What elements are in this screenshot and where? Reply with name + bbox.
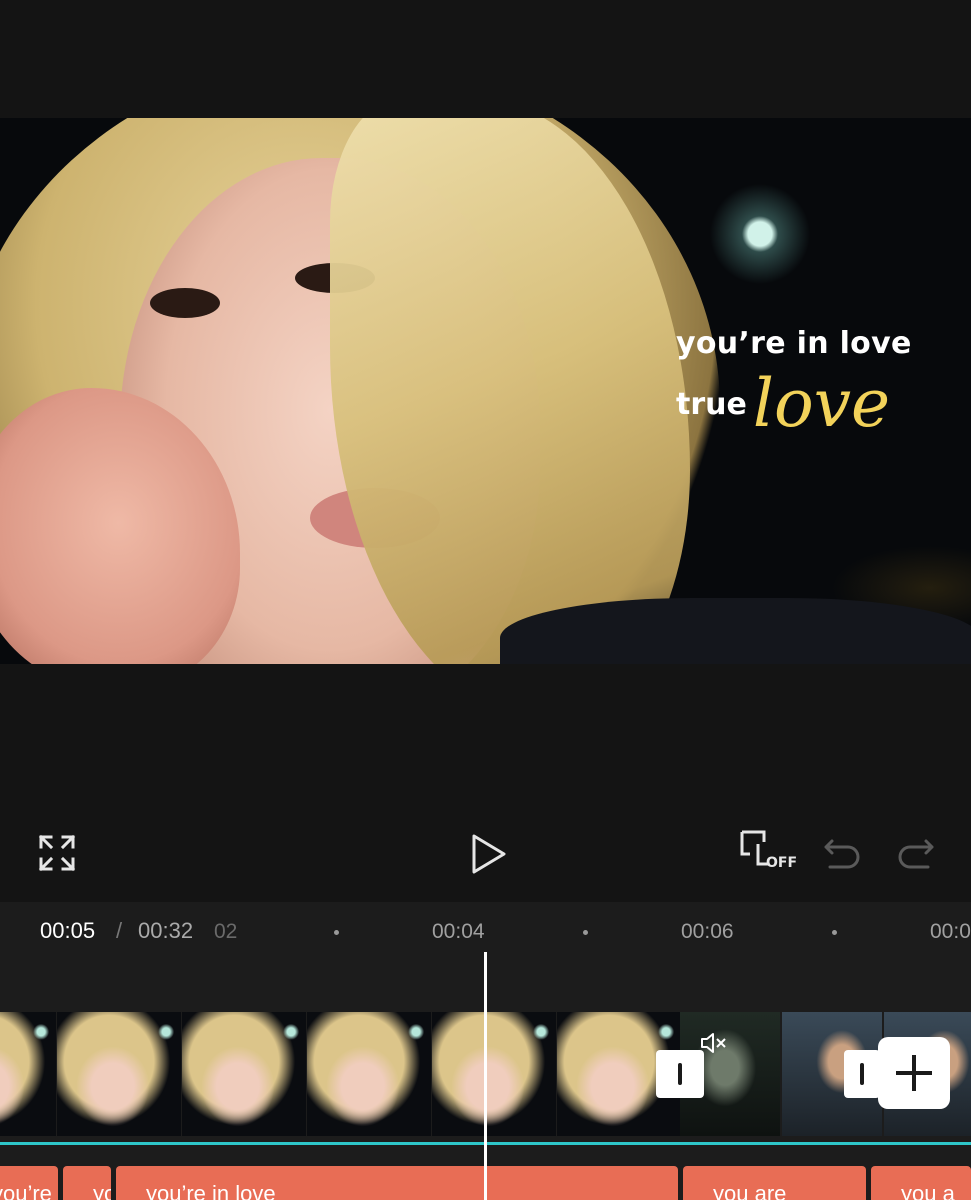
fullscreen-button[interactable] — [36, 832, 78, 874]
ruler-dot — [832, 930, 837, 935]
clip-mute-button[interactable] — [700, 1032, 728, 1059]
preview-eye-left — [150, 288, 220, 318]
ruler-dot — [583, 930, 588, 935]
text-clip[interactable]: you a — [871, 1166, 971, 1200]
mute-icon — [701, 1033, 726, 1053]
fullscreen-icon — [38, 834, 76, 872]
total-duration: 00:32 — [138, 918, 194, 943]
undo-button[interactable] — [820, 832, 864, 874]
caption-love-script: love — [752, 365, 891, 442]
preview-shirt — [500, 598, 971, 664]
text-clip[interactable]: you’re — [0, 1166, 58, 1200]
time-separator: / — [116, 918, 123, 943]
caption-true: true — [676, 387, 747, 422]
video-thumbnail — [432, 1012, 556, 1136]
ruler-label: 00:06 — [681, 920, 734, 943]
ruler-label: 00:04 — [432, 920, 485, 943]
video-caption: you’re in love truelove — [676, 326, 956, 442]
ruler-label: 00:0 — [930, 920, 971, 943]
playback-controls: OFF — [0, 810, 971, 900]
clip-trim-handle-right[interactable] — [844, 1050, 880, 1098]
trim-handle-grip — [678, 1063, 682, 1085]
current-time: 00:05 — [40, 918, 96, 943]
text-clip[interactable]: yo — [63, 1166, 111, 1200]
add-clip-button[interactable] — [878, 1037, 950, 1109]
play-button[interactable] — [464, 830, 512, 878]
video-thumbnail — [57, 1012, 181, 1136]
video-thumbnail — [182, 1012, 306, 1136]
redo-button[interactable] — [894, 832, 938, 874]
trim-handle-grip — [860, 1063, 864, 1085]
keyframe-toggle-button[interactable]: OFF — [738, 828, 798, 880]
ruler-label: 02 — [214, 920, 238, 943]
play-icon — [472, 834, 506, 874]
caption-line-2: truelove — [676, 365, 956, 442]
text-clip[interactable]: you’re in love — [116, 1166, 678, 1200]
video-thumbnail — [0, 1012, 56, 1136]
keyframe-off-label: OFF — [766, 855, 798, 871]
text-clip[interactable]: you are — [683, 1166, 866, 1200]
undo-icon — [824, 839, 860, 869]
top-bar — [0, 0, 971, 118]
video-preview[interactable]: you’re in love truelove — [0, 118, 971, 664]
video-thumbnail — [307, 1012, 431, 1136]
caption-line-1: you’re in love — [676, 326, 912, 361]
ruler-dot — [334, 930, 339, 935]
playhead[interactable] — [484, 952, 487, 1200]
redo-icon — [898, 839, 934, 869]
clip-trim-handle-left[interactable] — [656, 1050, 704, 1098]
plus-icon — [896, 1055, 932, 1091]
